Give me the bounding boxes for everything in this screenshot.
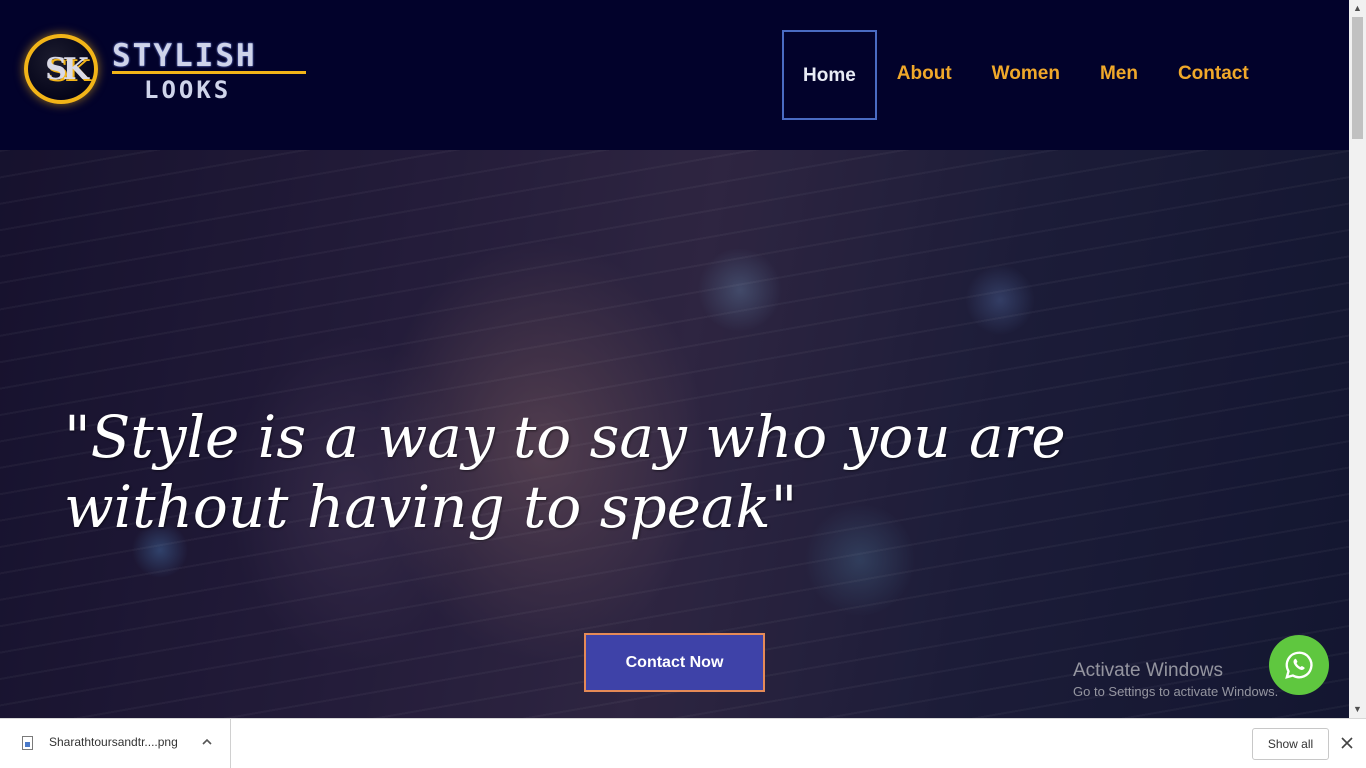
downloads-bar: Sharathtoursandtr....png Show all [0,718,1366,768]
whatsapp-icon [1285,651,1313,679]
site-logo[interactable]: SK STYLISH LOOKS [22,34,312,108]
chevron-up-icon[interactable] [200,735,214,749]
main-nav: Home About Women Men Contact [782,30,1269,120]
scroll-down-arrow-icon[interactable]: ▼ [1349,701,1366,718]
vertical-scrollbar[interactable]: ▲ ▼ [1349,0,1366,718]
nav-home[interactable]: Home [782,30,877,120]
scrollbar-thumb[interactable] [1352,17,1363,139]
nav-men[interactable]: Men [1080,30,1158,120]
logo-word-stylish: STYLISH [112,38,257,74]
site-header: SK STYLISH LOOKS Home About Women Men Co… [0,0,1349,150]
watermark-subtitle: Go to Settings to activate Windows. [1073,684,1279,699]
activate-windows-watermark: Activate Windows Go to Settings to activ… [1073,659,1278,701]
logo-word-looks: LOOKS [144,76,232,104]
nav-contact[interactable]: Contact [1158,30,1269,120]
browser-viewport: SK STYLISH LOOKS Home About Women Men Co… [0,0,1349,718]
download-file-name: Sharathtoursandtr....png [49,735,178,749]
hero-quote: "Style is a way to say who you are witho… [64,403,1066,541]
hero-banner: "Style is a way to say who you are witho… [0,150,1349,718]
contact-now-button[interactable]: Contact Now [584,633,765,692]
show-all-button[interactable]: Show all [1252,728,1329,760]
download-item[interactable]: Sharathtoursandtr....png [0,719,231,768]
nav-women[interactable]: Women [972,30,1080,120]
image-file-icon [22,736,33,750]
whatsapp-button[interactable] [1269,635,1329,695]
logo-underline [112,71,306,74]
close-icon[interactable] [1340,736,1354,750]
logo-emblem: SK [24,34,98,104]
logo-monogram: SK [45,52,89,87]
watermark-title: Activate Windows [1073,660,1223,681]
scroll-up-arrow-icon[interactable]: ▲ [1349,0,1366,17]
nav-about[interactable]: About [877,30,972,120]
